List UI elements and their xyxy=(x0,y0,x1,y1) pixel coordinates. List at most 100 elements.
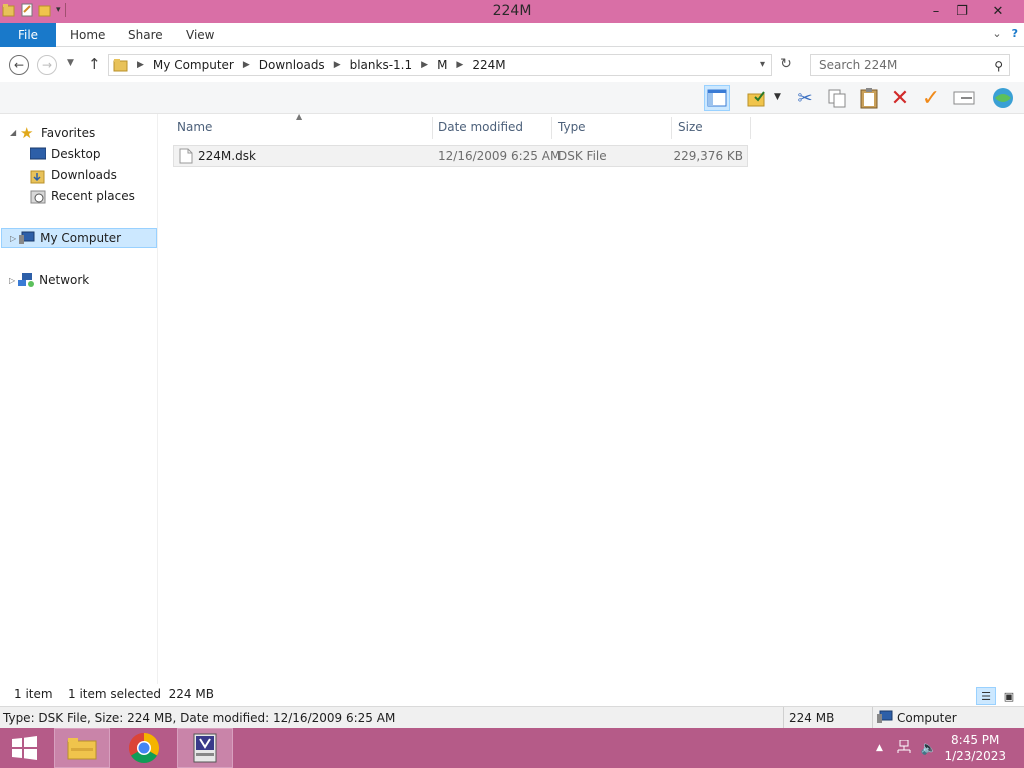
sort-indicator-icon: ▲ xyxy=(296,112,303,121)
chevron-down-icon[interactable]: ▾ xyxy=(760,59,765,70)
navigation-pane: ◢ ★ Favorites Desktop Downloads Recent p… xyxy=(0,114,158,684)
tab-home[interactable]: Home xyxy=(70,23,105,47)
clock-date: 1/23/2023 xyxy=(944,749,1006,763)
paste-icon[interactable] xyxy=(856,85,882,111)
column-type[interactable]: Type xyxy=(558,117,586,137)
tab-view[interactable]: View xyxy=(186,23,214,47)
taskbar-app[interactable] xyxy=(177,728,233,768)
chevron-right-icon[interactable]: ▶ xyxy=(456,60,463,70)
file-type: DSK File xyxy=(558,149,607,163)
tab-share[interactable]: Share xyxy=(128,23,163,47)
column-size[interactable]: Size xyxy=(678,117,703,137)
details-bar: Type: DSK File, Size: 224 MB, Date modif… xyxy=(0,706,1024,729)
command-toolbar: ▼ ✂ ✕ ✓ xyxy=(0,82,1024,114)
cut-icon[interactable]: ✂ xyxy=(792,85,818,111)
network-icon xyxy=(18,273,35,287)
details-divider xyxy=(872,707,873,729)
restore-button[interactable]: ❐ xyxy=(946,0,978,22)
file-icon xyxy=(179,148,193,167)
chevron-right-icon[interactable]: ▶ xyxy=(137,60,144,70)
clock-time: 8:45 PM xyxy=(951,733,1000,747)
volume-icon[interactable]: 🔈 xyxy=(921,741,937,756)
column-name[interactable]: Name xyxy=(177,117,212,137)
copy-icon[interactable] xyxy=(824,85,850,111)
new-folder-icon[interactable] xyxy=(744,85,770,111)
selection-info: 1 item selected 224 MB xyxy=(68,687,214,701)
delete-icon[interactable]: ✕ xyxy=(887,85,913,111)
globe-icon[interactable] xyxy=(990,85,1016,111)
nav-network-label: Network xyxy=(39,273,90,287)
breadcrumb-my-computer[interactable]: My Computer xyxy=(153,58,234,72)
network-status-icon[interactable] xyxy=(897,739,911,757)
search-placeholder: Search 224M xyxy=(819,58,898,72)
refresh-icon[interactable]: ↻ xyxy=(776,56,796,74)
preview-pane-icon[interactable] xyxy=(704,85,730,111)
chevron-right-icon[interactable]: ▶ xyxy=(243,60,250,70)
nav-my-computer[interactable]: ▷ My Computer xyxy=(1,228,157,248)
collapse-favorites-icon[interactable]: ◢ xyxy=(10,128,16,137)
item-count: 1 item xyxy=(14,687,53,701)
breadcrumb-m[interactable]: M xyxy=(437,58,447,72)
column-divider[interactable] xyxy=(432,117,433,139)
search-icon[interactable]: ⚲ xyxy=(994,56,1003,76)
forward-button[interactable]: → xyxy=(37,55,57,75)
show-hidden-icons-icon[interactable]: ▲ xyxy=(876,743,883,753)
expand-icon[interactable]: ▷ xyxy=(10,234,16,243)
column-divider[interactable] xyxy=(750,117,751,139)
checkmark-icon[interactable]: ✓ xyxy=(918,85,944,111)
nav-recent-places[interactable]: Recent places xyxy=(30,186,135,206)
column-date-modified[interactable]: Date modified xyxy=(438,117,523,137)
nav-favorites[interactable]: ★ Favorites xyxy=(20,123,95,143)
recent-locations-icon[interactable]: ▼ xyxy=(67,58,74,68)
breadcrumb-224m[interactable]: 224M xyxy=(472,58,505,72)
chevron-right-icon[interactable]: ▶ xyxy=(421,60,428,70)
taskbar: ▲ 🔈 8:45 PM 1/23/2023 xyxy=(0,728,1024,768)
chrome-icon xyxy=(128,733,160,764)
details-divider xyxy=(783,707,784,729)
file-row[interactable]: 224M.dsk 12/16/2009 6:25 AM DSK File 229… xyxy=(173,145,748,167)
large-icons-view-button[interactable]: ▣ xyxy=(999,687,1019,705)
status-bar: 1 item 1 item selected 224 MB ☰ ▣ xyxy=(0,684,1024,706)
address-bar[interactable]: ▶ My Computer ▶ Downloads ▶ blanks-1.1 ▶… xyxy=(108,54,772,76)
chevron-right-icon[interactable]: ▶ xyxy=(334,60,341,70)
nav-recent-places-label: Recent places xyxy=(51,189,135,203)
new-folder-dropdown-icon[interactable]: ▼ xyxy=(774,92,781,102)
windows-logo-icon xyxy=(12,736,37,760)
nav-my-computer-label: My Computer xyxy=(40,231,122,245)
window-title: 224M xyxy=(492,3,532,19)
file-name[interactable]: 224M.dsk xyxy=(198,149,256,163)
details-view-button[interactable]: ☰ xyxy=(976,687,996,705)
nav-favorites-label: Favorites xyxy=(41,126,96,140)
back-button[interactable]: ← xyxy=(9,55,29,75)
help-icon[interactable]: ? xyxy=(1012,27,1018,40)
breadcrumb-blanks[interactable]: blanks-1.1 xyxy=(350,58,413,72)
tab-file[interactable]: File xyxy=(0,23,56,47)
breadcrumb-downloads[interactable]: Downloads xyxy=(259,58,325,72)
column-divider[interactable] xyxy=(551,117,552,139)
details-view-icon: ☰ xyxy=(981,689,991,703)
nav-desktop-label: Desktop xyxy=(51,147,101,161)
taskbar-clock[interactable]: 8:45 PM 1/23/2023 xyxy=(944,732,1006,764)
rename-icon[interactable] xyxy=(951,85,977,111)
expand-icon[interactable]: ▷ xyxy=(9,276,15,285)
nav-desktop[interactable]: Desktop xyxy=(29,144,101,164)
large-icons-view-icon: ▣ xyxy=(1003,689,1015,703)
taskbar-file-explorer[interactable] xyxy=(54,728,110,768)
search-input[interactable]: Search 224M ⚲ xyxy=(810,54,1010,76)
column-divider[interactable] xyxy=(671,117,672,139)
back-arrow-icon: ← xyxy=(13,58,25,72)
up-arrow-icon[interactable]: ↑ xyxy=(88,55,101,73)
close-button[interactable]: ✕ xyxy=(982,0,1014,22)
expand-ribbon-icon[interactable]: ⌄ xyxy=(992,27,1001,40)
system-tray: ▲ 🔈 xyxy=(876,728,937,768)
nav-downloads[interactable]: Downloads xyxy=(30,165,117,185)
file-date-modified: 12/16/2009 6:25 AM xyxy=(438,149,561,163)
desktop-icon xyxy=(29,147,47,161)
file-size: 229,376 KB xyxy=(673,149,743,163)
details-text: Type: DSK File, Size: 224 MB, Date modif… xyxy=(3,711,396,725)
start-button[interactable] xyxy=(0,728,48,768)
nav-network[interactable]: ▷ Network xyxy=(9,270,89,290)
taskbar-chrome[interactable] xyxy=(116,728,172,768)
forward-arrow-icon: → xyxy=(41,58,53,72)
ribbon-controls: ⌄ ? xyxy=(992,27,1018,40)
